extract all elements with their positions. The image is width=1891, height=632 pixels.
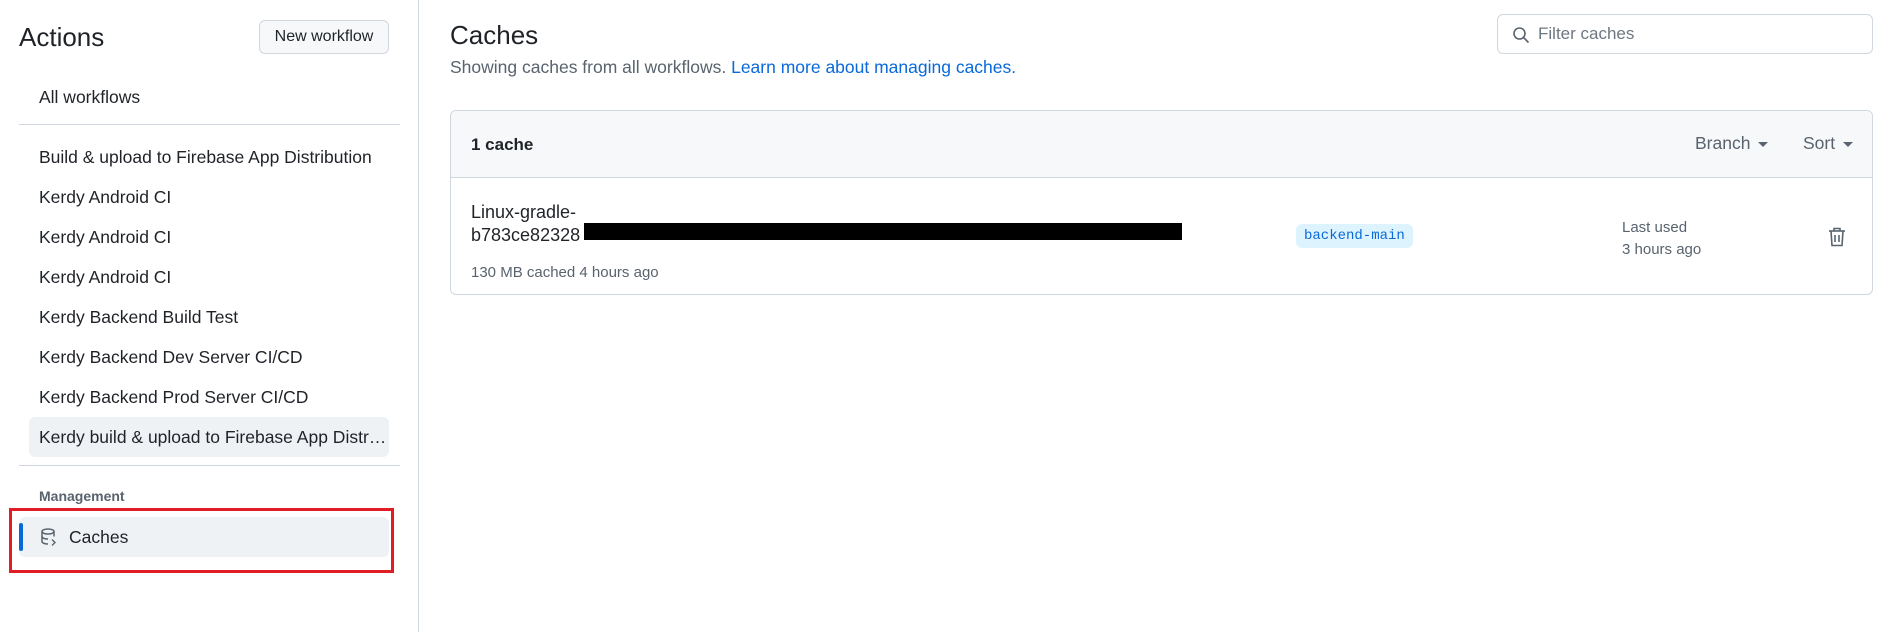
cache-key-line: Linux-gradle-: [471, 202, 577, 222]
redaction-bar: [584, 223, 1182, 240]
sidebar-item-workflow[interactable]: Kerdy Backend Build Test: [29, 297, 389, 337]
sidebar-item-label: Kerdy Backend Build Test: [39, 306, 239, 327]
filter-caches-input[interactable]: [1538, 23, 1858, 45]
cache-row: Linux-gradle- b783ce82328 130 MB cached …: [451, 178, 1872, 294]
cache-meta: 130 MB cached 4 hours ago: [471, 264, 659, 281]
branch-dropdown-label: Branch: [1695, 133, 1751, 153]
sidebar-item-workflow[interactable]: Kerdy Backend Dev Server CI/CD: [29, 337, 389, 377]
caret-down-icon: [1758, 142, 1769, 147]
sidebar-item-label: Kerdy build & upload to Firebase App Dis…: [39, 426, 389, 447]
caret-down-icon: [1843, 142, 1854, 147]
trash-icon[interactable]: [1826, 225, 1848, 249]
sidebar-item-label: Kerdy Backend Dev Server CI/CD: [39, 346, 303, 367]
last-used-label: Last used: [1622, 219, 1688, 236]
sidebar-title: Actions: [19, 22, 105, 52]
database-icon: [41, 528, 56, 546]
search-icon: [1513, 27, 1530, 44]
sidebar-item-label: Kerdy Backend Prod Server CI/CD: [39, 386, 309, 407]
caches-box: 1 cache Branch Sort Linux-gradle- b783ce…: [450, 110, 1873, 295]
sidebar-item-caches[interactable]: Caches: [19, 517, 389, 557]
subtitle-text: Showing caches from all workflows.: [450, 57, 727, 77]
sidebar-item-label: All workflows: [39, 86, 141, 107]
last-used-value: 3 hours ago: [1622, 241, 1702, 258]
sort-dropdown-label: Sort: [1803, 133, 1836, 153]
cache-count: 1 cache: [471, 135, 534, 154]
caches-box-header: 1 cache Branch Sort: [451, 111, 1872, 178]
sidebar-item-label: Kerdy Android CI: [39, 266, 172, 287]
branch-label[interactable]: backend-main: [1296, 224, 1413, 248]
branch-dropdown[interactable]: Branch: [1695, 133, 1769, 154]
sidebar: Actions New workflow All workflows Build…: [0, 0, 419, 632]
sidebar-item-label: Kerdy Android CI: [39, 226, 172, 247]
sidebar-item-label: Kerdy Android CI: [39, 186, 172, 207]
divider: [19, 124, 400, 125]
learn-more-link[interactable]: Learn more about managing caches.: [731, 57, 1016, 77]
sort-dropdown[interactable]: Sort: [1803, 133, 1854, 154]
management-section-label: Management: [39, 488, 125, 504]
page-title: Caches: [450, 20, 539, 50]
sidebar-item-all-workflows[interactable]: All workflows: [29, 77, 389, 117]
sidebar-item-label: Caches: [69, 527, 129, 547]
sidebar-item-workflow[interactable]: Kerdy Android CI: [29, 177, 389, 217]
sidebar-item-workflow[interactable]: Kerdy Android CI: [29, 217, 389, 257]
sidebar-item-workflow-selected[interactable]: Kerdy build & upload to Firebase App Dis…: [29, 417, 389, 457]
sidebar-item-label: Build & upload to Firebase App Distribut…: [39, 146, 372, 167]
sidebar-item-workflow[interactable]: Build & upload to Firebase App Distribut…: [29, 137, 389, 177]
page-subtitle: Showing caches from all workflows. Learn…: [450, 57, 1016, 78]
new-workflow-button[interactable]: New workflow: [259, 20, 389, 54]
sidebar-item-workflow[interactable]: Kerdy Android CI: [29, 257, 389, 297]
active-indicator: [19, 523, 23, 551]
filter-caches-field[interactable]: [1497, 14, 1873, 54]
last-used: Last used 3 hours ago: [1622, 217, 1701, 261]
sidebar-item-workflow[interactable]: Kerdy Backend Prod Server CI/CD: [29, 377, 389, 417]
divider: [19, 465, 400, 466]
